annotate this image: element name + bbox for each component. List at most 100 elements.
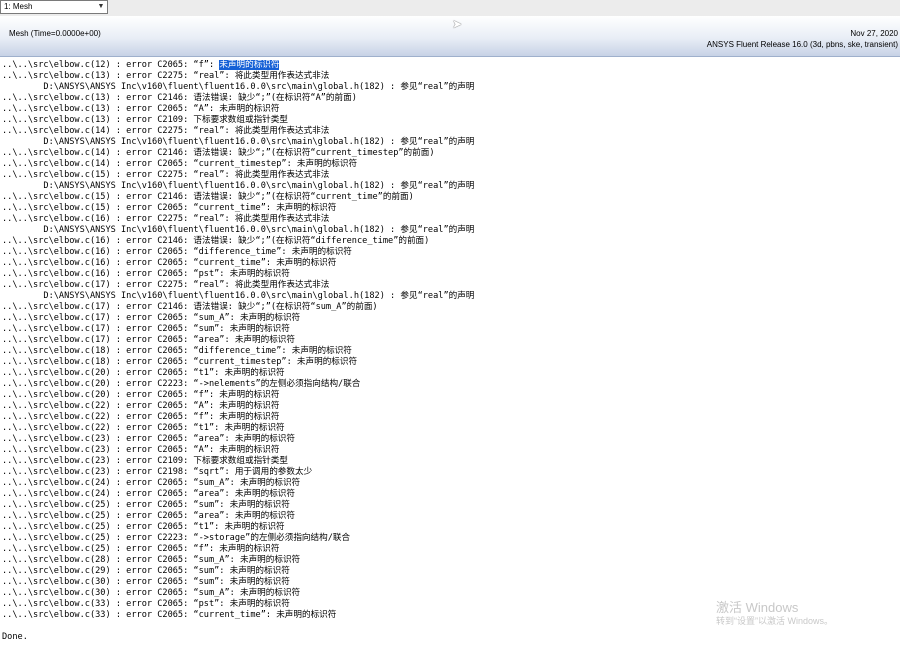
console-line-text: ..\..\src\elbow.c(25) : error C2065: “ar… xyxy=(2,511,295,521)
chevron-down-icon[interactable]: ▼ xyxy=(96,2,106,12)
console-line-text: ..\..\src\elbow.c(30) : error C2065: “su… xyxy=(2,588,301,598)
console-line: ..\..\src\elbow.c(20) : error C2065: “t1… xyxy=(2,368,900,379)
console-line: ..\..\src\elbow.c(22) : error C2065: “f”… xyxy=(2,412,900,423)
console-line: ..\..\src\elbow.c(24) : error C2065: “su… xyxy=(2,478,900,489)
console-line-text: ..\..\src\elbow.c(25) : error C2223: “->… xyxy=(2,533,351,543)
console-line-text: ..\..\src\elbow.c(25) : error C2065: “f”… xyxy=(2,544,280,554)
console-line-text: ..\..\src\elbow.c(23) : error C2065: “ar… xyxy=(2,434,295,444)
console-line: ..\..\src\elbow.c(25) : error C2065: “su… xyxy=(2,500,900,511)
console-line-text: ..\..\src\elbow.c(14) : error C2065: “cu… xyxy=(2,159,358,169)
console-line: ..\..\src\elbow.c(13) : error C2275: “re… xyxy=(2,71,900,82)
console-line-text: ..\..\src\elbow.c(16) : error C2146: 语法错… xyxy=(2,236,430,246)
console-line: ..\..\src\elbow.c(17) : error C2065: “su… xyxy=(2,313,900,324)
console-line: D:\ANSYS\ANSYS Inc\v160\fluent\fluent16.… xyxy=(2,291,900,302)
console-line: ..\..\src\elbow.c(13) : error C2109: 下标要… xyxy=(2,115,900,126)
console-line-text: ..\..\src\elbow.c(17) : error C2065: “su… xyxy=(2,324,290,334)
console-line-text: ..\..\src\elbow.c(13) : error C2109: 下标要… xyxy=(2,115,288,125)
console-line-text: ..\..\src\elbow.c(22) : error C2065: “t1… xyxy=(2,423,285,433)
console-line: ..\..\src\elbow.c(23) : error C2109: 下标要… xyxy=(2,456,900,467)
console-line-text: ..\..\src\elbow.c(12) : error C2065: “f”… xyxy=(2,60,220,70)
console-line: D:\ANSYS\ANSYS Inc\v160\fluent\fluent16.… xyxy=(2,82,900,93)
console-line-text: ..\..\src\elbow.c(20) : error C2065: “t1… xyxy=(2,368,285,378)
console-line-text: ..\..\src\elbow.c(17) : error C2065: “su… xyxy=(2,313,301,323)
console-line: ..\..\src\elbow.c(30) : error C2065: “su… xyxy=(2,588,900,599)
console-line: ..\..\src\elbow.c(18) : error C2065: “di… xyxy=(2,346,900,357)
top-toolbar-strip: 1: Mesh ▼ xyxy=(0,0,900,17)
console-line: ..\..\src\elbow.c(18) : error C2065: “cu… xyxy=(2,357,900,368)
console-line-text: ..\..\src\elbow.c(16) : error C2065: “ps… xyxy=(2,269,290,279)
console-line-text: ..\..\src\elbow.c(20) : error C2223: “->… xyxy=(2,379,361,389)
selected-text-highlight[interactable]: 未声明的标识符 xyxy=(219,60,280,70)
console-line: ..\..\src\elbow.c(16) : error C2275: “re… xyxy=(2,214,900,225)
console-line-text: ..\..\src\elbow.c(18) : error C2065: “di… xyxy=(2,346,352,356)
console-line-text: D:\ANSYS\ANSYS Inc\v160\fluent\fluent16.… xyxy=(2,291,475,301)
windows-activation-watermark: 激活 Windows 转到“设置”以激活 Windows。 xyxy=(716,601,833,628)
window-select-dropdown[interactable]: 1: Mesh ▼ xyxy=(0,0,108,14)
console-line-text: ..\..\src\elbow.c(15) : error C2065: “cu… xyxy=(2,203,337,213)
console-line: ..\..\src\elbow.c(17) : error C2065: “su… xyxy=(2,324,900,335)
console-line-text: ..\..\src\elbow.c(22) : error C2065: “f”… xyxy=(2,412,280,422)
console-line: ..\..\src\elbow.c(23) : error C2198: “sq… xyxy=(2,467,900,478)
console-line: ..\..\src\elbow.c(22) : error C2065: “A”… xyxy=(2,401,900,412)
watermark-subtitle: 转到“设置”以激活 Windows。 xyxy=(716,616,834,626)
console-line: D:\ANSYS\ANSYS Inc\v160\fluent\fluent16.… xyxy=(2,137,900,148)
console-line-text: ..\..\src\elbow.c(16) : error C2275: “re… xyxy=(2,214,330,224)
console-line: ..\..\src\elbow.c(23) : error C2065: “A”… xyxy=(2,445,900,456)
console-line-text: D:\ANSYS\ANSYS Inc\v160\fluent\fluent16.… xyxy=(2,181,475,191)
console-line-text: ..\..\src\elbow.c(33) : error C2065: “cu… xyxy=(2,610,337,620)
console-line: ..\..\src\elbow.c(20) : error C2065: “f”… xyxy=(2,390,900,401)
console-line-text: ..\..\src\elbow.c(13) : error C2275: “re… xyxy=(2,71,330,81)
console-done-line: Done. xyxy=(2,632,28,642)
console-line-text: ..\..\src\elbow.c(16) : error C2065: “cu… xyxy=(2,258,337,268)
console-output[interactable]: ..\..\src\elbow.c(12) : error C2065: “f”… xyxy=(0,57,900,648)
console-line-text: ..\..\src\elbow.c(24) : error C2065: “ar… xyxy=(2,489,295,499)
console-line-text: ..\..\src\elbow.c(28) : error C2065: “su… xyxy=(2,555,301,565)
console-line: ..\..\src\elbow.c(16) : error C2146: 语法错… xyxy=(2,236,900,247)
console-line: ..\..\src\elbow.c(13) : error C2146: 语法错… xyxy=(2,93,900,104)
console-line: ..\..\src\elbow.c(28) : error C2065: “su… xyxy=(2,555,900,566)
console-line: ..\..\src\elbow.c(14) : error C2065: “cu… xyxy=(2,159,900,170)
console-line-text: ..\..\src\elbow.c(22) : error C2065: “A”… xyxy=(2,401,280,411)
console-line: ..\..\src\elbow.c(30) : error C2065: “su… xyxy=(2,577,900,588)
console-line-text: ..\..\src\elbow.c(25) : error C2065: “t1… xyxy=(2,522,285,532)
console-line-text: ..\..\src\elbow.c(14) : error C2275: “re… xyxy=(2,126,330,136)
release-label: ANSYS Fluent Release 16.0 (3d, pbns, ske… xyxy=(706,40,898,49)
console-line: ..\..\src\elbow.c(17) : error C2146: 语法错… xyxy=(2,302,900,313)
console-line-text: ..\..\src\elbow.c(15) : error C2146: 语法错… xyxy=(2,192,414,202)
console-line: ..\..\src\elbow.c(15) : error C2146: 语法错… xyxy=(2,192,900,203)
console-line-text: ..\..\src\elbow.c(30) : error C2065: “su… xyxy=(2,577,290,587)
console-line: ..\..\src\elbow.c(16) : error C2065: “ps… xyxy=(2,269,900,280)
console-line-text: ..\..\src\elbow.c(16) : error C2065: “di… xyxy=(2,247,352,257)
console-line-text: ..\..\src\elbow.c(17) : error C2146: 语法错… xyxy=(2,302,378,312)
console-line: ..\..\src\elbow.c(24) : error C2065: “ar… xyxy=(2,489,900,500)
console-line-text: ..\..\src\elbow.c(20) : error C2065: “f”… xyxy=(2,390,280,400)
console-line: ..\..\src\elbow.c(29) : error C2065: “su… xyxy=(2,566,900,577)
console-line: ..\..\src\elbow.c(17) : error C2275: “re… xyxy=(2,280,900,291)
console-line-text: ..\..\src\elbow.c(15) : error C2275: “re… xyxy=(2,170,330,180)
console-line: ..\..\src\elbow.c(15) : error C2065: “cu… xyxy=(2,203,900,214)
graphics-window-header: ➤ Mesh (Time=0.0000e+00) Nov 27, 2020 AN… xyxy=(0,16,900,57)
console-line-text: ..\..\src\elbow.c(33) : error C2065: “ps… xyxy=(2,599,290,609)
console-line: ..\..\src\elbow.c(16) : error C2065: “di… xyxy=(2,247,900,258)
console-line-text: ..\..\src\elbow.c(13) : error C2065: “A”… xyxy=(2,104,280,114)
console-line-text: ..\..\src\elbow.c(29) : error C2065: “su… xyxy=(2,566,290,576)
console-line-text: D:\ANSYS\ANSYS Inc\v160\fluent\fluent16.… xyxy=(2,225,475,235)
console-line-text: ..\..\src\elbow.c(24) : error C2065: “su… xyxy=(2,478,301,488)
console-line: ..\..\src\elbow.c(17) : error C2065: “ar… xyxy=(2,335,900,346)
console-line: D:\ANSYS\ANSYS Inc\v160\fluent\fluent16.… xyxy=(2,225,900,236)
console-line: ..\..\src\elbow.c(15) : error C2275: “re… xyxy=(2,170,900,181)
console-line: ..\..\src\elbow.c(25) : error C2065: “t1… xyxy=(2,522,900,533)
header-date: Nov 27, 2020 xyxy=(850,29,898,38)
mouse-pointer-icon: ➤ xyxy=(452,17,463,31)
console-line-text: D:\ANSYS\ANSYS Inc\v160\fluent\fluent16.… xyxy=(2,137,475,147)
console-line: ..\..\src\elbow.c(14) : error C2275: “re… xyxy=(2,126,900,137)
console-line-text: D:\ANSYS\ANSYS Inc\v160\fluent\fluent16.… xyxy=(2,82,475,92)
console-line-text: ..\..\src\elbow.c(14) : error C2146: 语法错… xyxy=(2,148,435,158)
console-line-text: ..\..\src\elbow.c(13) : error C2146: 语法错… xyxy=(2,93,357,103)
console-line: ..\..\src\elbow.c(20) : error C2223: “->… xyxy=(2,379,900,390)
window-select-value: 1: Mesh xyxy=(4,2,33,11)
watermark-title: 激活 Windows xyxy=(716,600,799,615)
console-line: D:\ANSYS\ANSYS Inc\v160\fluent\fluent16.… xyxy=(2,181,900,192)
console-line-text: ..\..\src\elbow.c(17) : error C2065: “ar… xyxy=(2,335,295,345)
console-line: ..\..\src\elbow.c(25) : error C2065: “ar… xyxy=(2,511,900,522)
